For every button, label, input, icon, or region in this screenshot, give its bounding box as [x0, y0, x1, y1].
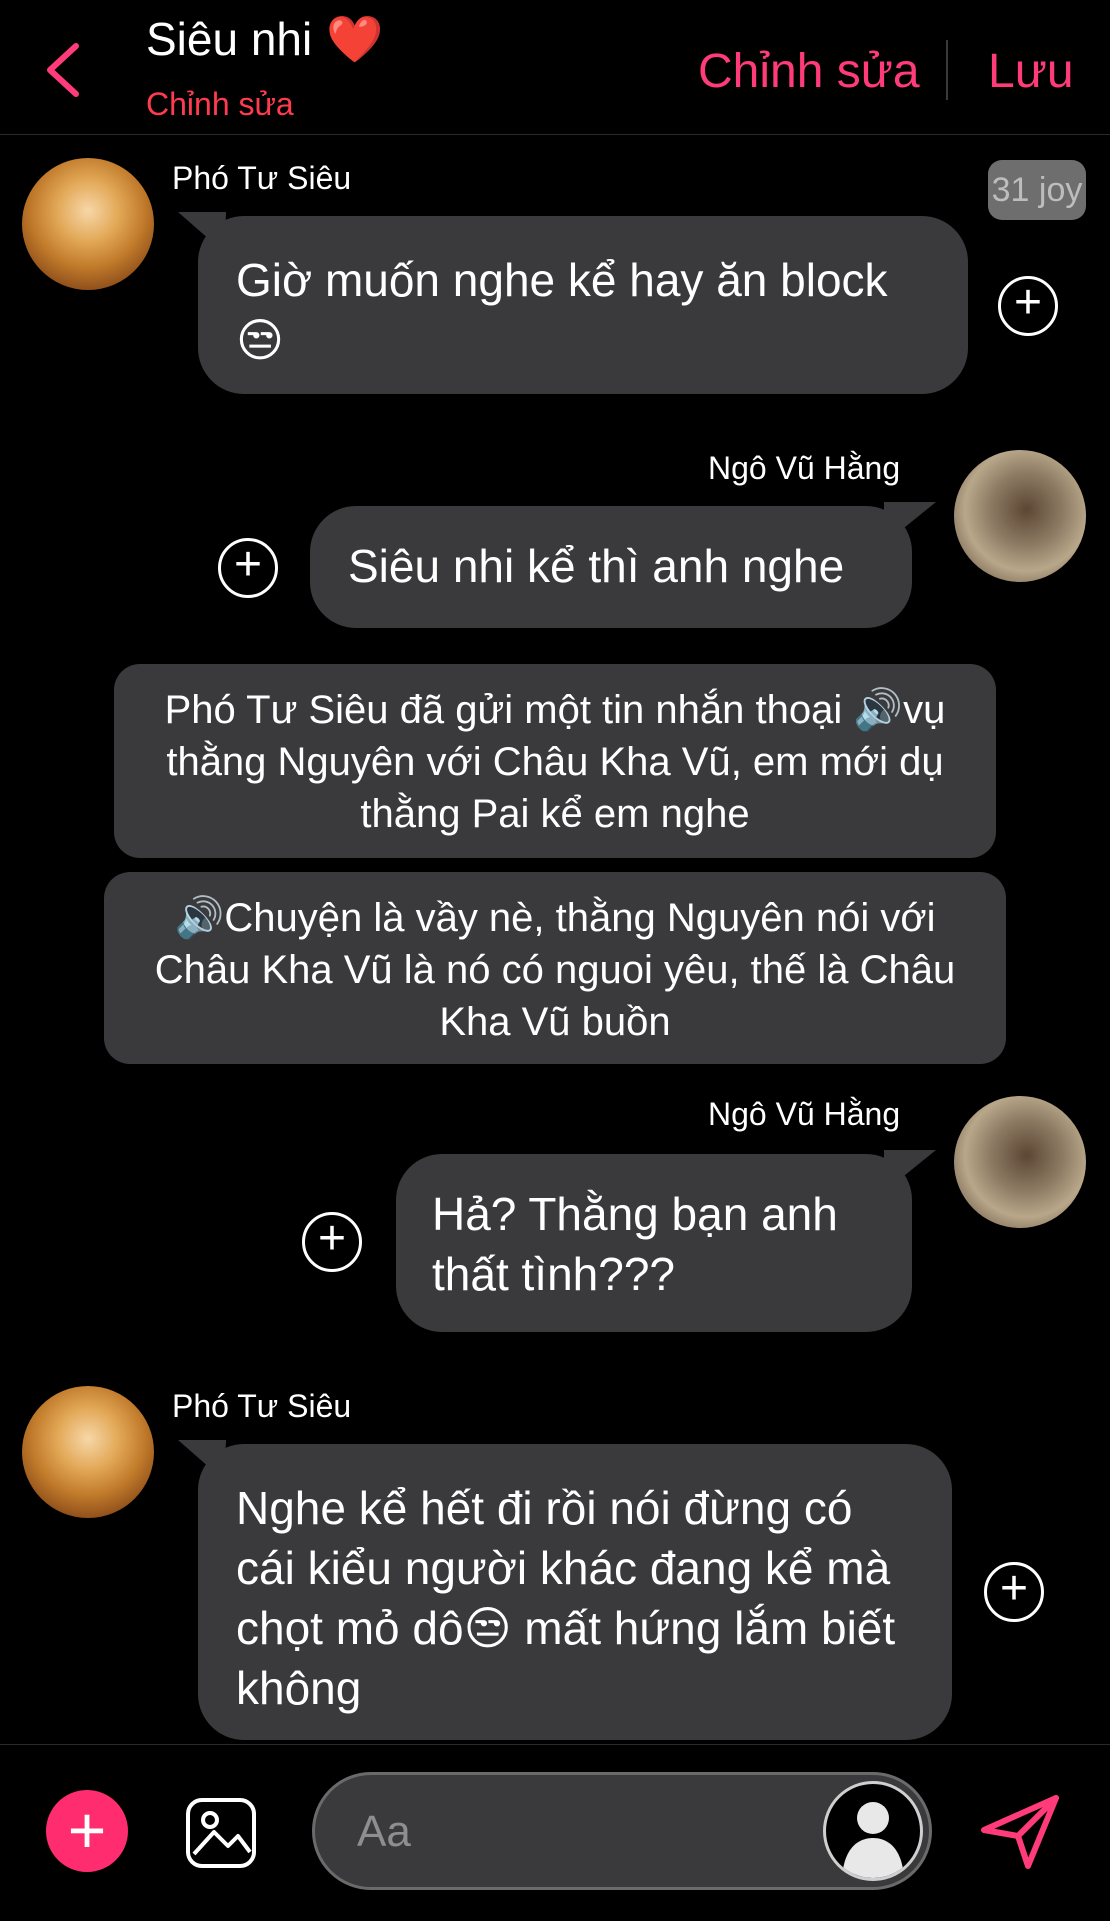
- timestamp-badge: 31 joy: [988, 160, 1086, 220]
- user-avatar-icon[interactable]: [823, 1781, 923, 1881]
- add-reaction-icon[interactable]: +: [302, 1212, 362, 1272]
- avatar-ngo-vu-hang[interactable]: [954, 450, 1086, 582]
- narration-text: Phó Tư Siêu đã gửi một tin nhắn thoại 🔊v…: [164, 688, 946, 836]
- sender-name: Ngô Vũ Hằng: [708, 1096, 901, 1132]
- message-bubble[interactable]: Siêu nhi kể thì anh nghe: [310, 506, 912, 628]
- chat-title-text: Siêu nhi: [146, 13, 313, 65]
- avatar-pho-tu-sieu[interactable]: [22, 1386, 154, 1518]
- add-attachment-button[interactable]: +: [46, 1790, 128, 1872]
- chat-subtitle[interactable]: Chỉnh sửa: [146, 86, 294, 123]
- avatar-pho-tu-sieu[interactable]: [22, 158, 154, 290]
- send-icon[interactable]: [978, 1792, 1062, 1872]
- heart-emoji: ❤️: [326, 13, 384, 65]
- message-bubble[interactable]: Hả? Thằng bạn anh thất tình???: [396, 1154, 912, 1332]
- sender-name: Ngô Vũ Hằng: [708, 450, 901, 486]
- message-text: Giờ muốn nghe kể hay ăn block 😒: [236, 254, 888, 366]
- message-text: Nghe kể hết đi rồi nói đừng có cái kiểu …: [236, 1482, 896, 1714]
- message-bubble[interactable]: Giờ muốn nghe kể hay ăn block 😒: [198, 216, 968, 394]
- chat-title: Siêu nhi ❤️: [146, 12, 384, 67]
- back-chevron-icon[interactable]: [38, 38, 88, 102]
- narration-text: 🔊Chuyện là vầy nè, thằng Nguyên nói với …: [154, 896, 956, 1044]
- message-bubble[interactable]: Nghe kể hết đi rồi nói đừng có cái kiểu …: [198, 1444, 952, 1740]
- add-reaction-icon[interactable]: +: [998, 276, 1058, 336]
- message-text: Siêu nhi kể thì anh nghe: [348, 540, 845, 592]
- narration-card: 🔊Chuyện là vầy nè, thằng Nguyên nói với …: [104, 872, 1006, 1064]
- message-input-placeholder: Aa: [357, 1807, 411, 1856]
- message-text: Hả? Thằng bạn anh thất tình???: [432, 1188, 838, 1300]
- narration-card: Phó Tư Siêu đã gửi một tin nhắn thoại 🔊v…: [114, 664, 996, 858]
- save-button[interactable]: Lưu: [988, 44, 1074, 99]
- sender-name: Phó Tư Siêu: [172, 160, 352, 196]
- sender-name: Phó Tư Siêu: [172, 1388, 352, 1424]
- avatar-ngo-vu-hang[interactable]: [954, 1096, 1086, 1228]
- add-reaction-icon[interactable]: +: [218, 538, 278, 598]
- add-reaction-icon[interactable]: +: [984, 1562, 1044, 1622]
- edit-button[interactable]: Chỉnh sửa: [698, 44, 920, 99]
- message-input[interactable]: Aa: [312, 1772, 932, 1890]
- header-divider: [946, 40, 948, 100]
- image-icon[interactable]: [184, 1796, 258, 1870]
